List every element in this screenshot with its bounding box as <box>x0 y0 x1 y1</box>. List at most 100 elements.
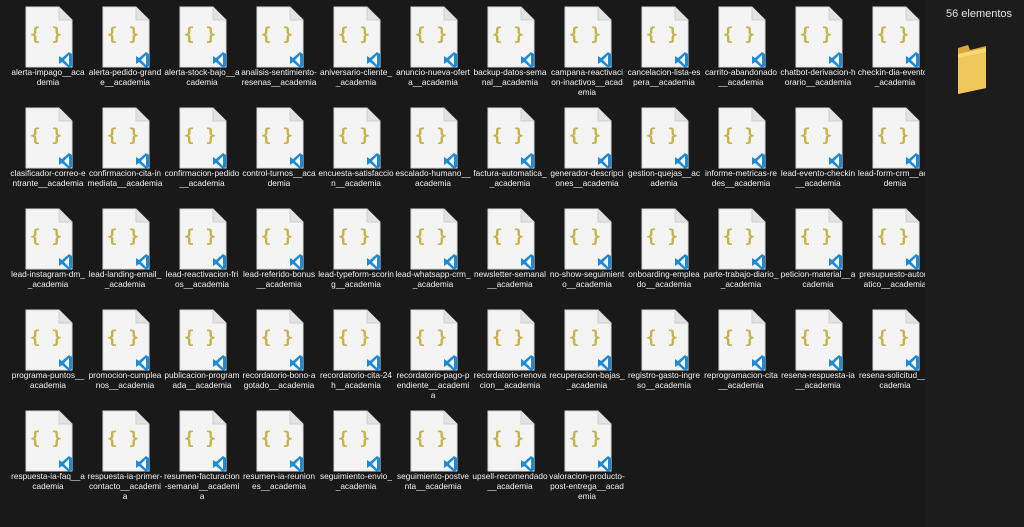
file-name: respuesta-ia-faq__academia <box>11 471 85 491</box>
file-name: respuesta-ia-primer-contacto__academia <box>87 471 163 501</box>
vscode-json-file-icon: { } <box>410 410 458 472</box>
vscode-json-file-icon: { } <box>872 309 920 371</box>
file-name: registro-gasto-ingreso__academia <box>628 370 700 390</box>
item-count: 56 elementos <box>946 8 1013 20</box>
file-item[interactable]: { } alerta-pedido-grande__academia <box>87 0 163 100</box>
svg-text:{ }: { } <box>261 327 294 348</box>
file-item[interactable]: { } respuesta-ia-faq__academia <box>10 404 86 504</box>
vscode-json-file-icon: { } <box>641 309 689 371</box>
file-item[interactable]: { } carrito-abandonado__academia <box>703 0 779 100</box>
file-item[interactable]: { } lead-referido-bonus__academia <box>241 202 317 302</box>
file-item[interactable]: { } recordatorio-cita-24h__academia <box>318 303 394 403</box>
vscode-json-file-icon: { } <box>333 410 381 472</box>
file-item[interactable]: { } clasificador-correo-entrante__academ… <box>10 101 86 201</box>
file-name: lead-referido-bonus__academia <box>243 269 315 289</box>
file-item[interactable]: { } resumen-facturacion-semanal__academi… <box>164 404 240 504</box>
file-name: onboarding-empleado__academia <box>628 269 700 289</box>
vscode-json-file-icon: { } <box>718 6 766 68</box>
file-item[interactable]: { } reprogramacion-cita__academia <box>703 303 779 403</box>
vscode-json-file-icon: { } <box>102 208 150 270</box>
svg-text:{ }: { } <box>184 428 217 449</box>
svg-text:{ }: { } <box>492 327 525 348</box>
file-name: factura-automatica__academia <box>473 168 547 188</box>
svg-text:{ }: { } <box>877 24 910 45</box>
file-item[interactable]: { } respuesta-ia-primer-contacto__academ… <box>87 404 163 504</box>
file-item[interactable]: { } anuncio-nueva-oferta__academia <box>395 0 471 100</box>
vscode-json-file-icon: { } <box>487 410 535 472</box>
file-item[interactable]: { } confirmacion-cita-inmediata__academi… <box>87 101 163 201</box>
file-name: chatbot-derivacion-horario__academia <box>780 67 856 87</box>
file-name: peticion-material__academia <box>780 269 856 289</box>
vscode-json-file-icon: { } <box>795 6 843 68</box>
file-name: lead-evento-checkin__academia <box>780 168 856 188</box>
file-item[interactable]: { } confirmacion-pedido__academia <box>164 101 240 201</box>
vscode-json-file-icon: { } <box>641 107 689 169</box>
file-item[interactable]: { } control-turnos__academia <box>241 101 317 201</box>
file-item[interactable]: { } lead-evento-checkin__academia <box>780 101 856 201</box>
svg-text:{ }: { } <box>723 226 756 247</box>
file-item[interactable]: { } resena-solicitud__academia <box>857 303 933 403</box>
file-item[interactable]: { } generador-descripciones__academia <box>549 101 625 201</box>
file-item[interactable]: { } peticion-material__academia <box>780 202 856 302</box>
file-item[interactable]: { } valoracion-producto-post-entrega__ac… <box>549 404 625 504</box>
vscode-json-file-icon: { } <box>564 208 612 270</box>
file-item[interactable]: { } lead-instagram-dm__academia <box>10 202 86 302</box>
vscode-json-file-icon: { } <box>179 309 227 371</box>
file-item[interactable]: { } programa-puntos__academia <box>10 303 86 403</box>
file-item[interactable]: { } backup-datos-semanal__academia <box>472 0 548 100</box>
svg-text:{ }: { } <box>30 428 63 449</box>
file-item[interactable]: { } publicacion-programada__academia <box>164 303 240 403</box>
file-item[interactable]: { } recuperacion-bajas__academia <box>549 303 625 403</box>
file-item[interactable]: { } newsletter-semanal__academia <box>472 202 548 302</box>
file-name: checkin-dia-evento__academia <box>857 67 933 87</box>
file-item[interactable]: { } campana-reactivacion-inactivos__acad… <box>549 0 625 100</box>
file-item[interactable]: { } onboarding-empleado__academia <box>626 202 702 302</box>
file-item[interactable]: { } seguimiento-postventa__academia <box>395 404 471 504</box>
file-item[interactable]: { } parte-trabajo-diario__academia <box>703 202 779 302</box>
file-name: recordatorio-bono-agotado__academia <box>242 370 316 390</box>
file-item[interactable]: { } recordatorio-bono-agotado__academia <box>241 303 317 403</box>
file-item[interactable]: { } seguimiento-envio__academia <box>318 404 394 504</box>
svg-text:{ }: { } <box>569 327 602 348</box>
folder-icon[interactable] <box>956 44 988 96</box>
svg-text:{ }: { } <box>800 226 833 247</box>
file-item[interactable]: { } resumen-ia-reuniones__academia <box>241 404 317 504</box>
file-item[interactable]: { } recordatorio-pago-pendiente__academi… <box>395 303 471 403</box>
file-item[interactable]: { } aniversario-cliente__academia <box>318 0 394 100</box>
file-item[interactable]: { } lead-form-crm__academia <box>857 101 933 201</box>
file-item[interactable]: { } lead-landing-email__academia <box>87 202 163 302</box>
file-item[interactable]: { } encuesta-satisfaccion__academia <box>318 101 394 201</box>
file-item[interactable]: { } recordatorio-renovacion__academia <box>472 303 548 403</box>
vscode-json-file-icon: { } <box>256 410 304 472</box>
file-name: generador-descripciones__academia <box>550 168 624 188</box>
vscode-json-file-icon: { } <box>564 410 612 472</box>
vscode-json-file-icon: { } <box>410 208 458 270</box>
file-item[interactable]: { } alerta-stock-bajo__academia <box>164 0 240 100</box>
file-item[interactable]: { } presupuesto-automatico__academia <box>857 202 933 302</box>
file-name: resumen-ia-reuniones__academia <box>243 471 315 491</box>
file-item[interactable]: { } registro-gasto-ingreso__academia <box>626 303 702 403</box>
file-item[interactable]: { } gestion-quejas__academia <box>626 101 702 201</box>
vscode-json-file-icon: { } <box>179 208 227 270</box>
file-item[interactable]: { } informe-metricas-redes__academia <box>703 101 779 201</box>
file-item[interactable]: { } promocion-cumpleanos__academia <box>87 303 163 403</box>
file-item[interactable]: { } analisis-sentimiento-resenas__academ… <box>241 0 317 100</box>
file-item[interactable]: { } cancelacion-lista-espera__academia <box>626 0 702 100</box>
file-item[interactable]: { } escalado-humano__academia <box>395 101 471 201</box>
file-item[interactable]: { } chatbot-derivacion-horario__academia <box>780 0 856 100</box>
file-item[interactable]: { } lead-typeform-scoring__academia <box>318 202 394 302</box>
file-item[interactable]: { } lead-whatsapp-crm__academia <box>395 202 471 302</box>
vscode-json-file-icon: { } <box>102 107 150 169</box>
vscode-json-file-icon: { } <box>333 107 381 169</box>
file-item[interactable]: { } resena-respuesta-ia__academia <box>780 303 856 403</box>
file-name: carrito-abandonado__academia <box>705 67 777 87</box>
file-item[interactable]: { } no-show-seguimiento__academia <box>549 202 625 302</box>
file-item[interactable]: { } alerta-impago__academia <box>10 0 86 100</box>
file-item[interactable]: { } checkin-dia-evento__academia <box>857 0 933 100</box>
file-item[interactable]: { } upsell-recomendado__academia <box>472 404 548 504</box>
file-name: informe-metricas-redes__academia <box>705 168 777 188</box>
file-item[interactable]: { } lead-reactivacion-frios__academia <box>164 202 240 302</box>
file-name: alerta-stock-bajo__academia <box>164 67 240 87</box>
svg-text:{ }: { } <box>30 24 63 45</box>
file-item[interactable]: { } factura-automatica__academia <box>472 101 548 201</box>
